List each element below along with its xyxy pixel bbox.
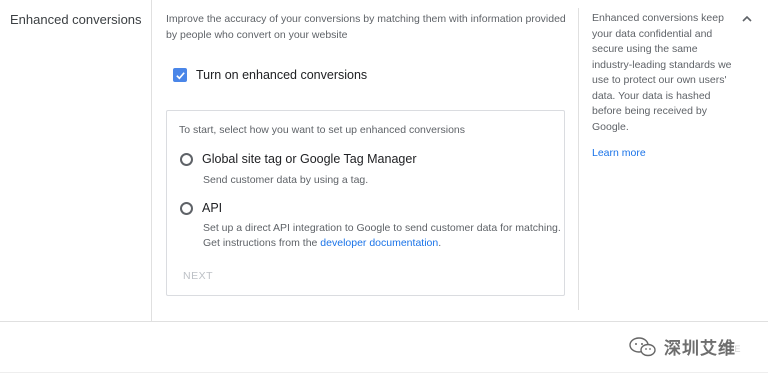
checkbox-checked[interactable] — [173, 68, 187, 82]
enhanced-conversions-toggle[interactable]: Turn on enhanced conversions — [173, 68, 367, 82]
api-description-line1: Set up a direct API integration to Googl… — [203, 222, 561, 234]
radio-label-global-site-tag: Global site tag or Google Tag Manager — [202, 152, 417, 166]
developer-documentation-link[interactable]: developer documentation — [320, 237, 438, 249]
api-description-prefix: Get instructions from the — [203, 237, 321, 249]
chevron-up-icon[interactable] — [740, 12, 754, 26]
watermark: 深圳艾维 AIVE — [628, 334, 741, 359]
setup-intro: To start, select how you want to set up … — [179, 124, 465, 136]
radio-label-api: API — [202, 201, 223, 215]
learn-more-link[interactable]: Learn more — [592, 147, 646, 159]
radio-button[interactable] — [180, 201, 193, 215]
check-icon — [175, 71, 185, 79]
next-button[interactable]: NEXT — [183, 270, 213, 282]
column-divider-right — [578, 8, 579, 310]
column-divider-left — [151, 0, 152, 321]
bottom-divider — [0, 372, 768, 373]
checkbox-label: Turn on enhanced conversions — [196, 68, 368, 82]
section-divider — [0, 321, 768, 322]
section-title: Enhanced conversions — [10, 12, 142, 27]
help-text: Enhanced conversions keep your data conf… — [592, 12, 732, 133]
radio-button[interactable] — [180, 152, 193, 166]
radio-option-global-site-tag[interactable]: Global site tag or Google Tag Manager — [180, 152, 416, 166]
api-description-line2: Get instructions from the developer docu… — [203, 236, 563, 251]
option-description: Send customer data by using a tag. — [203, 174, 369, 186]
watermark-text: 深圳艾维 — [664, 339, 736, 358]
section-description: Improve the accuracy of your conversions… — [166, 13, 566, 41]
radio-option-api[interactable]: API — [180, 201, 222, 215]
option-description: Set up a direct API integration to Googl… — [203, 221, 563, 251]
api-description-suffix: . — [438, 237, 442, 249]
wechat-logo-icon — [629, 336, 656, 356]
setup-method-card: To start, select how you want to set up … — [166, 110, 565, 296]
